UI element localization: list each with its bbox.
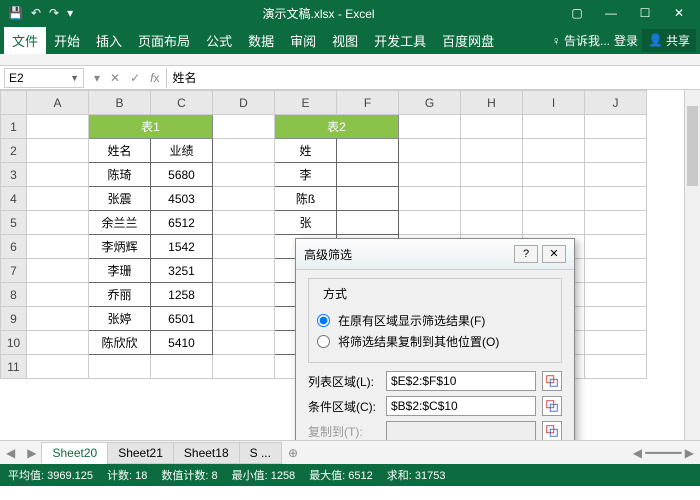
name-box[interactable]: E2▼ [4,68,84,88]
status-min: 最小值: 1258 [232,467,296,483]
status-bar: 平均值: 3969.125 计数: 18 数值计数: 8 最小值: 1258 最… [0,464,700,486]
col-header[interactable]: G [399,91,461,115]
col-header[interactable]: B [89,91,151,115]
row-header[interactable]: 5 [1,211,27,235]
share-button[interactable]: 👤共享 [642,29,696,52]
select-all-corner[interactable] [1,91,27,115]
tab-data[interactable]: 数据 [240,27,282,54]
list-range-input[interactable]: $E$2:$F$10 [386,371,536,391]
row-header[interactable]: 7 [1,259,27,283]
tab-review[interactable]: 审阅 [282,27,324,54]
col-header[interactable]: C [151,91,213,115]
maximize-icon[interactable]: ☐ [630,6,660,20]
ribbon-options-icon[interactable]: ▢ [562,6,592,20]
help-button[interactable]: ? [514,245,538,263]
sheet-nav-next-icon[interactable]: ▶ [21,446,42,460]
titlebar: 💾 ↶ ↷ ▾ 演示文稿.xlsx - Excel ▢ — ☐ ✕ [0,0,700,26]
qat-dropdown-icon[interactable]: ▾ [67,6,73,20]
save-icon[interactable]: 💾 [8,6,23,20]
sheet-nav-prev-icon[interactable]: ◀ [0,446,21,460]
redo-icon[interactable]: ↷ [49,6,59,20]
cancel-formula-icon[interactable]: ✕ [110,71,120,85]
row-header[interactable]: 2 [1,139,27,163]
filter-copy-radio[interactable] [317,335,330,348]
close-icon[interactable]: ✕ [664,6,694,20]
status-avg: 平均值: 3969.125 [8,467,93,483]
table1-title[interactable]: 表1 [89,115,213,139]
chevron-down-icon[interactable]: ▼ [70,73,79,83]
formula-input[interactable]: 姓名 [166,68,700,88]
col-header[interactable]: H [461,91,523,115]
tab-insert[interactable]: 插入 [88,27,130,54]
dialog-title: 高级筛选 [304,246,510,263]
undo-icon[interactable]: ↶ [31,6,41,20]
tab-home[interactable]: 开始 [46,27,88,54]
sheet-tabs: ◀ ▶ Sheet20 Sheet21 Sheet18 S ... ⊕ ◀ ━━… [0,440,700,464]
col-header[interactable]: I [523,91,585,115]
status-count: 计数: 18 [107,467,147,483]
grid-area: A B C D E F G H I J 1表1表2 2姓名业绩姓 3陈琦5680… [0,90,700,440]
row-header[interactable]: 4 [1,187,27,211]
row-header[interactable]: 9 [1,307,27,331]
filter-inplace-radio[interactable] [317,314,330,327]
ribbon-tabs: 文件 开始 插入 页面布局 公式 数据 审阅 视图 开发工具 百度网盘 ♀ 告诉… [0,26,700,54]
minimize-icon[interactable]: — [596,6,626,20]
copy-to-label: 复制到(T): [308,423,380,440]
status-numcount: 数值计数: 8 [161,467,217,483]
col-header[interactable]: A [27,91,89,115]
col-header[interactable]: F [337,91,399,115]
new-sheet-icon[interactable]: ⊕ [282,446,304,460]
row-header[interactable]: 6 [1,235,27,259]
copy-to-input [386,421,536,440]
method-group: 方式 在原有区域显示筛选结果(F) 将筛选结果复制到其他位置(O) [308,278,562,363]
status-max: 最大值: 6512 [309,467,373,483]
sheet-tab[interactable]: Sheet18 [173,442,240,464]
col-header[interactable]: E [275,91,337,115]
tab-baidu[interactable]: 百度网盘 [434,27,502,54]
share-icon: 👤 [648,33,663,47]
advanced-filter-dialog: 高级筛选 ? ✕ 方式 在原有区域显示筛选结果(F) 将筛选结果复制到其他位置(… [295,238,575,440]
criteria-range-picker[interactable] [542,396,562,416]
status-sum: 求和: 31753 [387,467,446,483]
tell-me[interactable]: ♀ 告诉我... [552,32,610,49]
accept-formula-icon[interactable]: ✓ [130,71,140,85]
tab-dev[interactable]: 开发工具 [366,27,434,54]
tab-file[interactable]: 文件 [4,27,46,54]
row-header[interactable]: 11 [1,355,27,379]
fx-icon[interactable]: fx [150,71,159,85]
sheet-tab[interactable]: S ... [239,442,282,464]
scrollbar-vertical[interactable] [684,90,700,440]
sheet-tab[interactable]: Sheet21 [107,442,174,464]
list-range-label: 列表区域(L): [308,373,380,390]
group-title: 方式 [319,285,351,302]
criteria-range-input[interactable]: $B$2:$C$10 [386,396,536,416]
tab-layout[interactable]: 页面布局 [130,27,198,54]
window-title: 演示文稿.xlsx - Excel [81,5,556,22]
fb-dropdown-icon[interactable]: ▾ [94,71,100,85]
col-header[interactable]: J [585,91,647,115]
row-header[interactable]: 10 [1,331,27,355]
ribbon-body [0,54,700,66]
tab-formulas[interactable]: 公式 [198,27,240,54]
copy-to-picker[interactable] [542,421,562,440]
table2-title[interactable]: 表2 [275,115,399,139]
scroll-thumb[interactable] [687,106,698,186]
dialog-close-button[interactable]: ✕ [542,245,566,263]
row-header[interactable]: 3 [1,163,27,187]
sheet-tab[interactable]: Sheet20 [41,442,108,464]
row-header[interactable]: 1 [1,115,27,139]
criteria-range-label: 条件区域(C): [308,398,380,415]
formula-bar: E2▼ ▾ ✕ ✓ fx 姓名 [0,66,700,90]
login-link[interactable]: 登录 [614,32,638,49]
list-range-picker[interactable] [542,371,562,391]
col-header[interactable]: D [213,91,275,115]
tab-view[interactable]: 视图 [324,27,366,54]
row-header[interactable]: 8 [1,283,27,307]
